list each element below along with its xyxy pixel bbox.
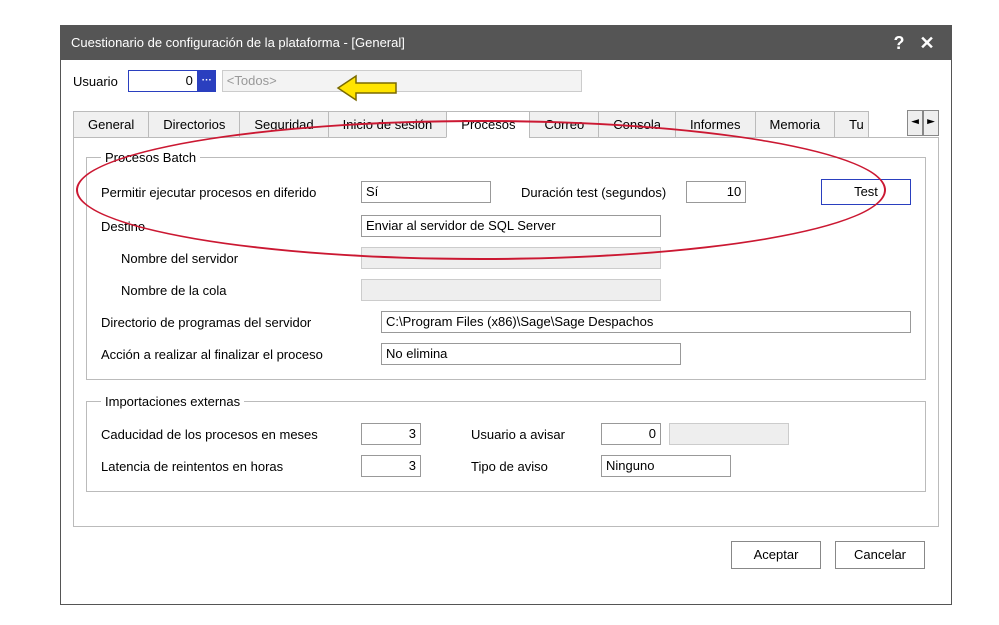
server-progdir-input[interactable]: C:\Program Files (x86)\Sage\Sage Despach… — [381, 311, 911, 333]
notify-user-name-field[interactable] — [669, 423, 789, 445]
dialog-window: Cuestionario de configuración de la plat… — [60, 25, 952, 605]
close-button[interactable]: ✕ — [913, 26, 941, 60]
test-button[interactable]: Test — [821, 179, 911, 205]
tab-scroll-right[interactable]: ► — [923, 110, 939, 136]
cancel-button[interactable]: Cancelar — [835, 541, 925, 569]
finish-action-select[interactable]: No elimina — [381, 343, 681, 365]
help-button[interactable]: ? — [885, 26, 913, 60]
tab-directorios[interactable]: Directorios — [148, 111, 240, 138]
destino-select[interactable]: Enviar al servidor de SQL Server — [361, 215, 661, 237]
tab-memoria[interactable]: Memoria — [755, 111, 836, 138]
fieldset-importaciones-externas: Importaciones externas Caducidad de los … — [86, 394, 926, 492]
legend-importaciones-externas: Importaciones externas — [101, 394, 244, 409]
finish-action-label: Acción a realizar al finalizar el proces… — [101, 347, 381, 362]
tab-inicio-sesion[interactable]: Inicio de sesión — [328, 111, 448, 138]
server-progdir-label: Directorio de programas del servidor — [101, 315, 381, 330]
tab-truncated[interactable]: Tu — [834, 111, 869, 138]
user-id-input[interactable]: 0 — [128, 70, 198, 92]
window-title: Cuestionario de configuración de la plat… — [71, 26, 885, 60]
tab-procesos[interactable]: Procesos — [446, 111, 530, 138]
notify-user-input[interactable]: 0 — [601, 423, 661, 445]
ok-button[interactable]: Aceptar — [731, 541, 821, 569]
user-label: Usuario — [73, 74, 118, 89]
retry-latency-label: Latencia de reintentos en horas — [101, 459, 361, 474]
queue-name-input[interactable] — [361, 279, 661, 301]
tab-informes[interactable]: Informes — [675, 111, 756, 138]
user-lookup-button[interactable]: ··· — [198, 70, 216, 92]
tabstrip: General Directorios Seguridad Inicio de … — [73, 110, 939, 138]
queue-name-label: Nombre de la cola — [101, 283, 361, 298]
notify-user-label: Usuario a avisar — [471, 427, 601, 442]
destino-label: Destino — [101, 219, 361, 234]
titlebar: Cuestionario de configuración de la plat… — [61, 26, 951, 60]
alert-type-label: Tipo de aviso — [471, 459, 601, 474]
permit-deferred-select[interactable]: Sí — [361, 181, 491, 203]
tab-general[interactable]: General — [73, 111, 149, 138]
expiry-months-input[interactable]: 3 — [361, 423, 421, 445]
expiry-months-label: Caducidad de los procesos en meses — [101, 427, 361, 442]
tab-consola[interactable]: Consola — [598, 111, 676, 138]
duration-test-label: Duración test (segundos) — [521, 185, 666, 200]
alert-type-select[interactable]: Ninguno — [601, 455, 731, 477]
retry-latency-input[interactable]: 3 — [361, 455, 421, 477]
server-name-input[interactable] — [361, 247, 661, 269]
server-name-label: Nombre del servidor — [101, 251, 361, 266]
fieldset-procesos-batch: Procesos Batch Permitir ejecutar proceso… — [86, 150, 926, 380]
tab-seguridad[interactable]: Seguridad — [239, 111, 328, 138]
tab-panel-procesos: Procesos Batch Permitir ejecutar proceso… — [73, 138, 939, 527]
permit-deferred-label: Permitir ejecutar procesos en diferido — [101, 185, 361, 200]
tab-scroll-left[interactable]: ◄ — [907, 110, 923, 136]
user-name-field[interactable]: <Todos> — [222, 70, 582, 92]
legend-procesos-batch: Procesos Batch — [101, 150, 200, 165]
tab-correo[interactable]: Correo — [529, 111, 599, 138]
duration-test-input[interactable]: 10 — [686, 181, 746, 203]
